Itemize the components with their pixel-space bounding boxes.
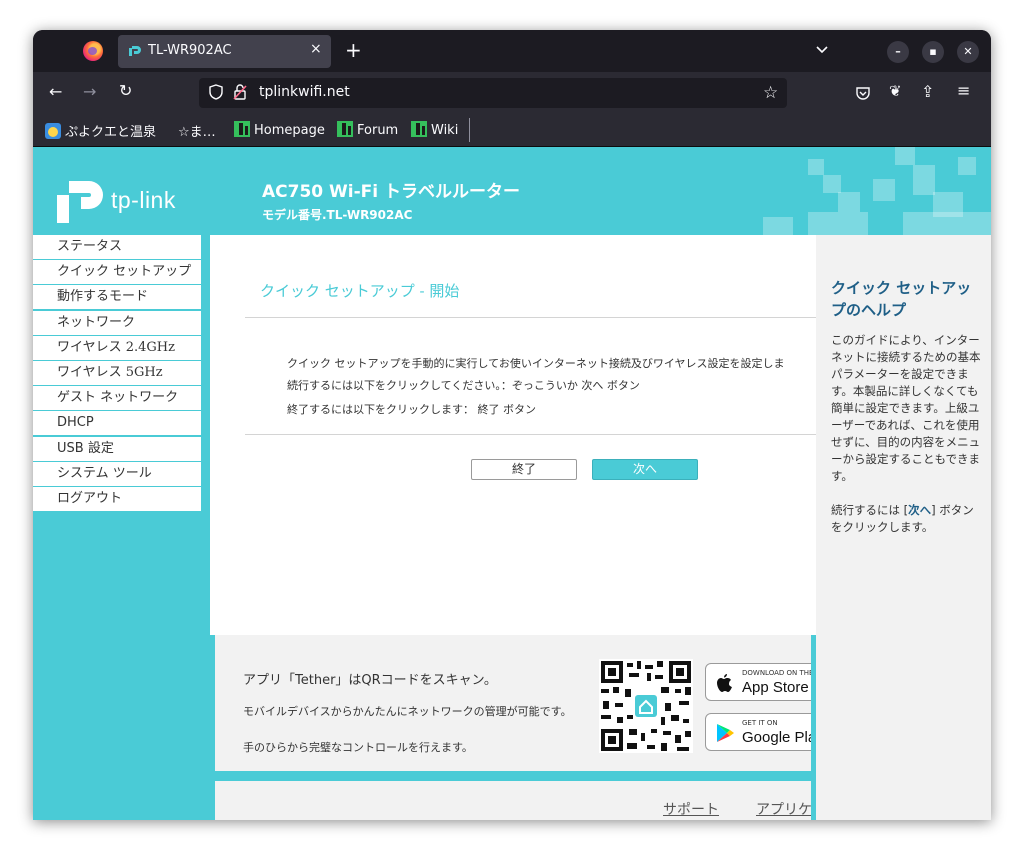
header-decoration xyxy=(903,212,991,235)
google-play-icon xyxy=(717,724,734,742)
header-decoration xyxy=(823,175,841,193)
share-icon[interactable]: ⇪ xyxy=(921,82,934,101)
tab-title: TL-WR902AC xyxy=(148,43,232,58)
header-decoration xyxy=(913,165,935,195)
help-panel: クイック セットアップのヘルプ このガイドにより、インターネットに接続するための… xyxy=(816,235,991,820)
manjaro-icon xyxy=(337,121,353,137)
header-decoration xyxy=(838,192,860,212)
menu-icon[interactable]: ≡ xyxy=(957,81,970,100)
sidebar-item-wireless-5[interactable]: ワイヤレス 5GHz xyxy=(33,360,201,385)
tab-close-icon[interactable]: × xyxy=(310,41,322,57)
header-decoration xyxy=(895,147,915,165)
tab-router[interactable]: TL-WR902AC × xyxy=(118,35,331,68)
help-next-link[interactable]: 次へ xyxy=(908,503,931,517)
tether-description: 手のひらから完璧なコントロールを行えます。 xyxy=(243,741,473,754)
sidebar-item-network[interactable]: ネットワーク xyxy=(33,310,201,335)
tplink-logo-icon xyxy=(57,181,103,223)
header-decoration xyxy=(873,179,895,201)
instruction-line: クイック セットアップを手動的に実行してお使いインターネット接続及びワイヤレス設… xyxy=(287,357,785,370)
sidebar-item-quick-setup[interactable]: クイック セットアップ xyxy=(33,260,201,285)
instruction-line: 続行するには以下をクリックしてください。：ぞっこういか 次へ ボタン xyxy=(287,379,640,392)
sidebar-menu: ステータス クイック セットアップ 動作するモード ネットワーク ワイヤレス 2… xyxy=(33,235,201,512)
chevron-down-icon[interactable] xyxy=(815,42,829,56)
next-button[interactable]: 次へ xyxy=(592,459,698,480)
bookmark-item[interactable]: Wiki xyxy=(411,121,458,138)
new-tab-button[interactable]: + xyxy=(345,38,362,62)
header-decoration xyxy=(763,217,793,235)
sidebar-item-guest-network[interactable]: ゲスト ネットワーク xyxy=(33,386,201,411)
browser-window: TL-WR902AC × + – ▪ ✕ ← → ↻ tplinkwifi.ne… xyxy=(33,30,991,820)
pocket-icon[interactable] xyxy=(855,85,871,101)
page-title: クイック セットアップ - 開始 xyxy=(260,282,460,300)
minimize-icon[interactable]: – xyxy=(887,41,909,63)
app-link[interactable]: アプリケ xyxy=(756,799,811,819)
header-decoration xyxy=(808,159,824,175)
main-content: クイック セットアップ - 開始 クイック セットアップを手動的に実行してお使い… xyxy=(210,235,816,635)
google-play-button[interactable]: GET IT ON Google Play xyxy=(705,713,811,751)
puyo-favicon-icon xyxy=(45,123,61,139)
qr-code xyxy=(599,659,693,753)
header-decoration xyxy=(808,212,868,235)
bookmark-star-icon[interactable]: ☆ xyxy=(763,83,778,103)
bookmark-item[interactable]: ぷよクエと温泉 xyxy=(45,121,156,140)
logo-text: tp-link xyxy=(111,187,176,213)
apple-icon xyxy=(717,674,732,692)
bookmark-item[interactable]: Homepage xyxy=(234,121,325,138)
insecure-lock-icon[interactable] xyxy=(233,84,247,100)
manjaro-icon xyxy=(234,121,250,137)
bookmark-item[interactable]: ☆ま… xyxy=(178,121,216,140)
divider xyxy=(245,434,816,435)
exit-button[interactable]: 終了 xyxy=(471,459,577,480)
maximize-icon[interactable]: ▪ xyxy=(922,41,944,63)
help-text: このガイドにより、インターネットに接続するための基本パラメーターを設定できます。… xyxy=(831,333,981,483)
router-header: tp-link AC750 Wi-Fi トラベルルーター モデル番号.TL-WR… xyxy=(33,147,991,235)
sidebar-item-status[interactable]: ステータス xyxy=(33,235,201,259)
close-window-icon[interactable]: ✕ xyxy=(957,41,979,63)
app-store-button[interactable]: DOWNLOAD ON THE App Store xyxy=(705,663,811,701)
address-bar[interactable]: tplinkwifi.net ☆ xyxy=(199,78,787,108)
extension-icon[interactable]: ❦ xyxy=(889,82,902,100)
url-text[interactable]: tplinkwifi.net xyxy=(259,84,350,100)
sidebar-item-logout[interactable]: ログアウト xyxy=(33,486,201,511)
model-title: AC750 Wi-Fi トラベルルーター xyxy=(262,182,521,202)
forward-icon[interactable]: → xyxy=(83,82,96,101)
bookmark-separator xyxy=(469,118,470,142)
support-link[interactable]: サポート xyxy=(663,799,719,819)
firefox-icon[interactable] xyxy=(83,41,103,61)
help-title: クイック セットアップのヘルプ xyxy=(831,279,972,319)
bookmark-item[interactable]: Forum xyxy=(337,121,398,138)
instruction-line: 終了するには以下をクリックします： 終了 ボタン xyxy=(287,403,536,416)
page-footer: サポート アプリケ xyxy=(215,781,811,820)
sidebar-item-dhcp[interactable]: DHCP xyxy=(33,411,201,436)
shield-icon[interactable] xyxy=(209,84,223,100)
sidebar-item-operation-mode[interactable]: 動作するモード xyxy=(33,285,201,310)
header-decoration xyxy=(958,157,976,175)
model-number: モデル番号.TL-WR902AC xyxy=(262,208,413,222)
tplink-favicon-icon xyxy=(129,46,141,56)
tether-promo: アプリ「Tether」はQRコードをスキャン。 モバイルデバイスからかんたんにネ… xyxy=(215,635,811,771)
tether-title: アプリ「Tether」はQRコードをスキャン。 xyxy=(243,673,497,688)
bookmarks-toolbar: ぷよクエと温泉 ☆ま… Homepage Forum Wiki xyxy=(33,114,991,147)
tab-strip: TL-WR902AC × + – ▪ ✕ xyxy=(33,30,991,72)
router-page: tp-link AC750 Wi-Fi トラベルルーター モデル番号.TL-WR… xyxy=(33,147,991,820)
sidebar-item-usb[interactable]: USB 設定 xyxy=(33,436,201,461)
sidebar-item-system-tools[interactable]: システム ツール xyxy=(33,461,201,486)
reload-icon[interactable]: ↻ xyxy=(119,81,132,100)
help-text: 続行するには [次へ] ボタンをクリックします。 xyxy=(831,503,974,534)
divider xyxy=(245,317,816,318)
sidebar-item-wireless-24[interactable]: ワイヤレス 2.4GHz xyxy=(33,335,201,360)
back-icon[interactable]: ← xyxy=(49,82,62,101)
navigation-toolbar: ← → ↻ tplinkwifi.net ☆ ❦ ⇪ ≡ xyxy=(33,72,991,114)
manjaro-icon xyxy=(411,121,427,137)
tether-description: モバイルデバイスからかんたんにネットワークの管理が可能です。 xyxy=(243,705,572,718)
